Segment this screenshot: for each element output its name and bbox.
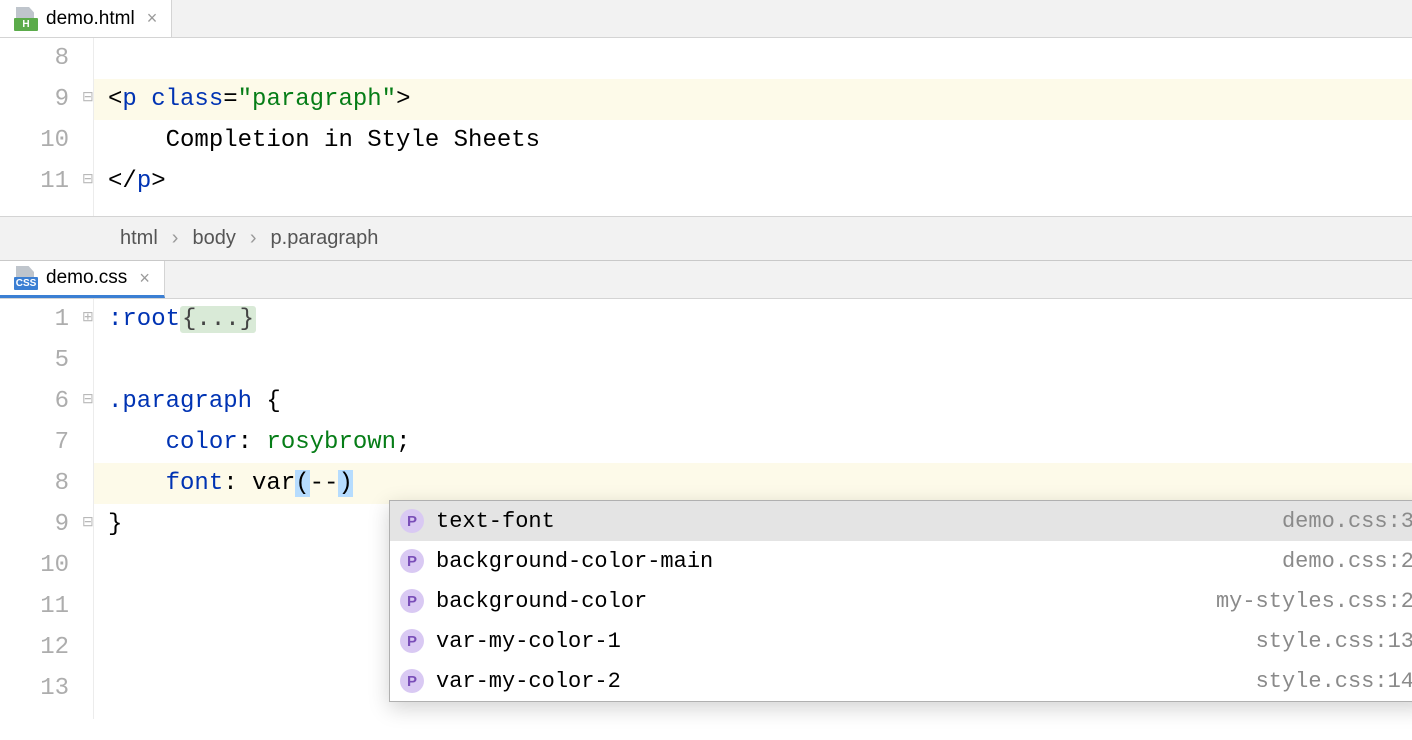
line-number: 10 [0,120,69,161]
line-number: 11 [0,161,69,202]
completion-location: style.css:13 [1256,621,1412,662]
attr-value: "paragraph" [238,86,396,113]
css-editor[interactable]: 1 5 6 7 8 9 10 11 12 13 ⊞:root{...} ⊟.pa… [0,299,1412,719]
code-line[interactable]: font: var(--) [94,463,1412,504]
line-number: 11 [0,586,69,627]
fold-icon[interactable]: ⊟ [82,516,96,530]
fold-icon[interactable]: ⊟ [82,393,96,407]
text-cursor: ) [338,470,352,497]
css-value: rosybrown [266,429,396,456]
completion-item[interactable]: P var-my-color-1 style.css:13 [390,621,1412,661]
gutter: 8 9 10 11 [0,38,94,216]
breadcrumb[interactable]: html › body › p.paragraph [0,216,1412,261]
breadcrumb-item[interactable]: html [120,227,158,250]
css-function: var [252,470,295,497]
code-line[interactable]: ⊟<p class="paragraph"> [94,79,1412,120]
line-number: 10 [0,545,69,586]
text-content: Completion in Style Sheets [166,127,540,154]
code-line[interactable]: Completion in Style Sheets [94,120,1412,161]
tab-label: demo.html [46,8,135,30]
line-number: 8 [0,38,69,79]
line-number: 7 [0,422,69,463]
folded-region[interactable]: {...} [180,306,256,333]
tag-name: p [137,168,151,195]
var-prefix: -- [310,470,339,497]
selector: .paragraph [108,388,252,415]
completion-item[interactable]: P background-color my-styles.css:2 [390,581,1412,621]
line-number: 9 [0,504,69,545]
line-number: 12 [0,627,69,668]
html-editor[interactable]: 8 9 10 11 ⊟<p class="paragraph"> Complet… [0,38,1412,216]
html-editor-tabbar: H demo.html × [0,0,1412,38]
property-icon: P [400,509,424,533]
line-number: 1 [0,299,69,340]
code-line[interactable] [94,38,1412,79]
completion-item[interactable]: P background-color-main demo.css:2 [390,541,1412,581]
completion-location: demo.css:2 [1282,541,1412,582]
line-number: 8 [0,463,69,504]
chevron-right-icon: › [250,227,257,250]
code-line[interactable]: ⊟.paragraph { [94,381,1412,422]
fold-icon[interactable]: ⊟ [82,173,96,187]
line-number: 6 [0,381,69,422]
css-property: color [166,429,238,456]
completion-label: var-my-color-1 [436,621,621,662]
property-icon: P [400,669,424,693]
breadcrumb-item[interactable]: p.paragraph [271,227,379,250]
code-line[interactable]: ⊟</p> [94,161,1412,202]
close-icon[interactable]: × [139,268,150,289]
breadcrumb-item[interactable]: body [192,227,235,250]
tag-name: p [122,86,136,113]
gutter: 1 5 6 7 8 9 10 11 12 13 [0,299,94,719]
fold-icon[interactable]: ⊟ [82,91,96,105]
completion-location: my-styles.css:2 [1216,581,1412,622]
property-icon: P [400,589,424,613]
completion-label: background-color-main [436,541,713,582]
tab-demo-html[interactable]: H demo.html × [0,0,172,37]
fold-expand-icon[interactable]: ⊞ [82,311,96,325]
line-number: 13 [0,668,69,709]
property-icon: P [400,549,424,573]
completion-label: text-font [436,501,555,542]
completion-label: background-color [436,581,647,622]
completion-item[interactable]: P text-font demo.css:3 [390,501,1412,541]
attr-name: class [151,86,223,113]
code-area[interactable]: ⊞:root{...} ⊟.paragraph { color: rosybro… [94,299,1412,719]
matched-paren: ( [295,470,309,497]
completion-popup[interactable]: P text-font demo.css:3 P background-colo… [389,500,1412,702]
completion-item[interactable]: P var-my-color-2 style.css:14 [390,661,1412,701]
html-file-icon: H [14,7,38,31]
completion-location: style.css:14 [1256,661,1412,702]
selector: :root [108,306,180,333]
css-editor-tabbar: CSS demo.css × [0,261,1412,299]
property-icon: P [400,629,424,653]
code-line[interactable] [94,340,1412,381]
css-property: font [166,470,224,497]
code-line[interactable]: color: rosybrown; [94,422,1412,463]
tab-label: demo.css [46,267,127,289]
line-number: 5 [0,340,69,381]
close-icon[interactable]: × [147,8,158,29]
code-area[interactable]: ⊟<p class="paragraph"> Completion in Sty… [94,38,1412,216]
completion-location: demo.css:3 [1282,501,1412,542]
tab-demo-css[interactable]: CSS demo.css × [0,261,165,298]
line-number: 9 [0,79,69,120]
chevron-right-icon: › [172,227,179,250]
code-line[interactable]: ⊞:root{...} [94,299,1412,340]
css-file-icon: CSS [14,266,38,290]
completion-label: var-my-color-2 [436,661,621,702]
